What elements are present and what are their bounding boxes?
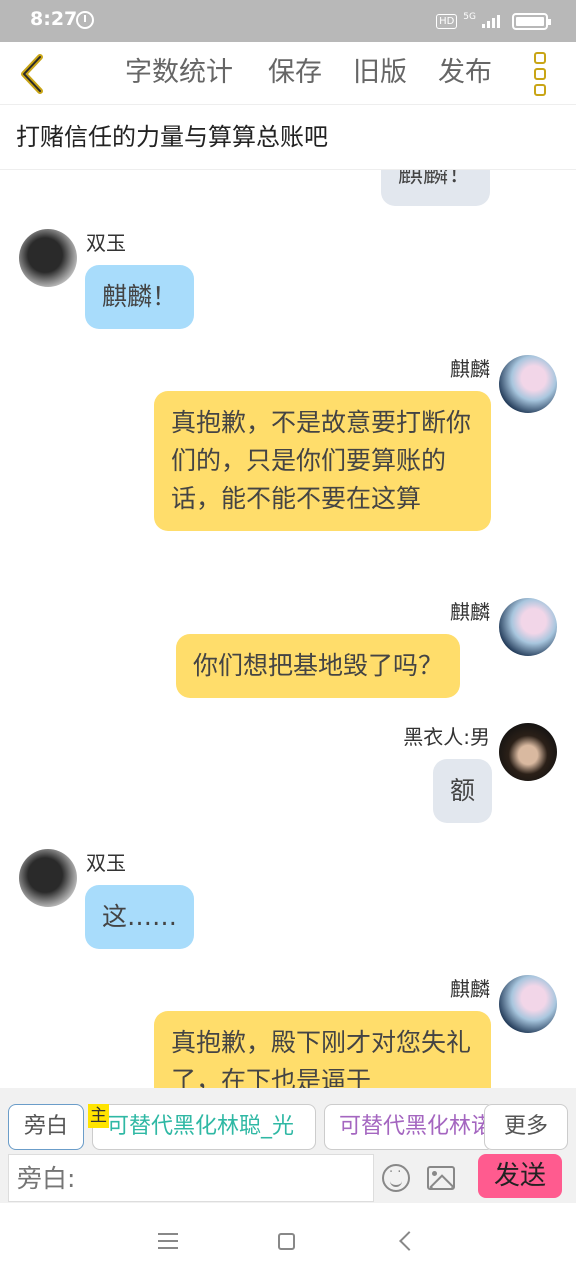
speaker-name: 黑衣人:男	[403, 725, 490, 749]
status-bar: 8:27 HD 5G	[0, 0, 576, 42]
more-dot-icon	[534, 84, 546, 96]
menu-icon[interactable]	[158, 1233, 178, 1249]
publish-button[interactable]: 发布	[438, 53, 492, 93]
network-type: 5G	[463, 12, 476, 22]
hd-badge: HD	[436, 13, 458, 29]
status-time: 8:27	[30, 8, 78, 30]
word-count-button[interactable]: 字数统计	[125, 53, 233, 93]
signal-strength-icon	[482, 14, 500, 28]
more-dot-icon	[534, 52, 546, 64]
avatar[interactable]	[499, 723, 557, 781]
character-role-chip[interactable]: 可替代黑化林聪_光	[92, 1104, 316, 1150]
save-button[interactable]: 保存	[268, 53, 322, 93]
status-indicators: HD 5G	[436, 10, 551, 32]
send-button[interactable]: 发送	[478, 1154, 562, 1198]
speaker-name: 麒麟	[450, 600, 490, 624]
message-input[interactable]	[8, 1154, 374, 1202]
chat-bubble[interactable]: 麒麟！	[85, 265, 195, 329]
more-roles-button[interactable]: 更多	[484, 1104, 568, 1150]
chat-bubble[interactable]: 麒麟！	[381, 170, 491, 206]
speaker-name: 麒麟	[450, 977, 490, 1001]
back-icon[interactable]	[399, 1231, 419, 1251]
chat-bubble[interactable]: 你们想把基地毁了吗？	[176, 634, 461, 698]
narrator-role-chip[interactable]: 旁白	[8, 1104, 84, 1150]
avatar[interactable]	[499, 355, 557, 413]
chat-bubble[interactable]: 额	[433, 759, 493, 823]
more-dot-icon	[534, 68, 546, 80]
home-icon[interactable]	[278, 1233, 295, 1250]
compose-panel: 旁白 可替代黑化林聪_光 主 可替代黑化林诺 更多 发送	[0, 1088, 576, 1203]
main-character-badge: 主	[88, 1104, 109, 1128]
old-version-button[interactable]: 旧版	[353, 53, 407, 93]
back-button[interactable]	[10, 48, 60, 98]
chevron-left-icon	[21, 54, 43, 94]
character-role-chip[interactable]: 可替代黑化林诺	[324, 1104, 494, 1150]
avatar[interactable]	[19, 849, 77, 907]
avatar[interactable]	[499, 975, 557, 1033]
chat-area[interactable]: 麒麟！ 双玉 麒麟！ 麒麟 真抱歉，不是故意要打断你们的，只是你们要算账的话，能…	[0, 170, 576, 1088]
alarm-clock-icon	[76, 11, 94, 29]
image-icon[interactable]	[427, 1166, 455, 1190]
battery-icon	[512, 12, 551, 30]
avatar[interactable]	[499, 598, 557, 656]
title-bar: 打赌信任的力量与算算总账吧	[0, 104, 576, 170]
chat-bubble[interactable]: 这……	[85, 885, 195, 949]
avatar[interactable]	[19, 229, 77, 287]
editor-toolbar: 字数统计 保存 旧版 发布	[0, 42, 576, 104]
chat-bubble[interactable]: 真抱歉，殿下刚才对您失礼了，在下也是逼于	[154, 1011, 491, 1088]
speaker-name: 麒麟	[450, 357, 490, 381]
system-nav-bar	[0, 1203, 576, 1280]
emoji-icon[interactable]	[382, 1164, 410, 1192]
document-title[interactable]: 打赌信任的力量与算算总账吧	[16, 119, 328, 155]
speaker-name: 双玉	[86, 851, 126, 875]
more-options-button[interactable]	[528, 48, 564, 98]
chat-bubble[interactable]: 真抱歉，不是故意要打断你们的，只是你们要算账的话，能不能不要在这算	[154, 391, 491, 531]
speaker-name: 双玉	[86, 231, 126, 255]
